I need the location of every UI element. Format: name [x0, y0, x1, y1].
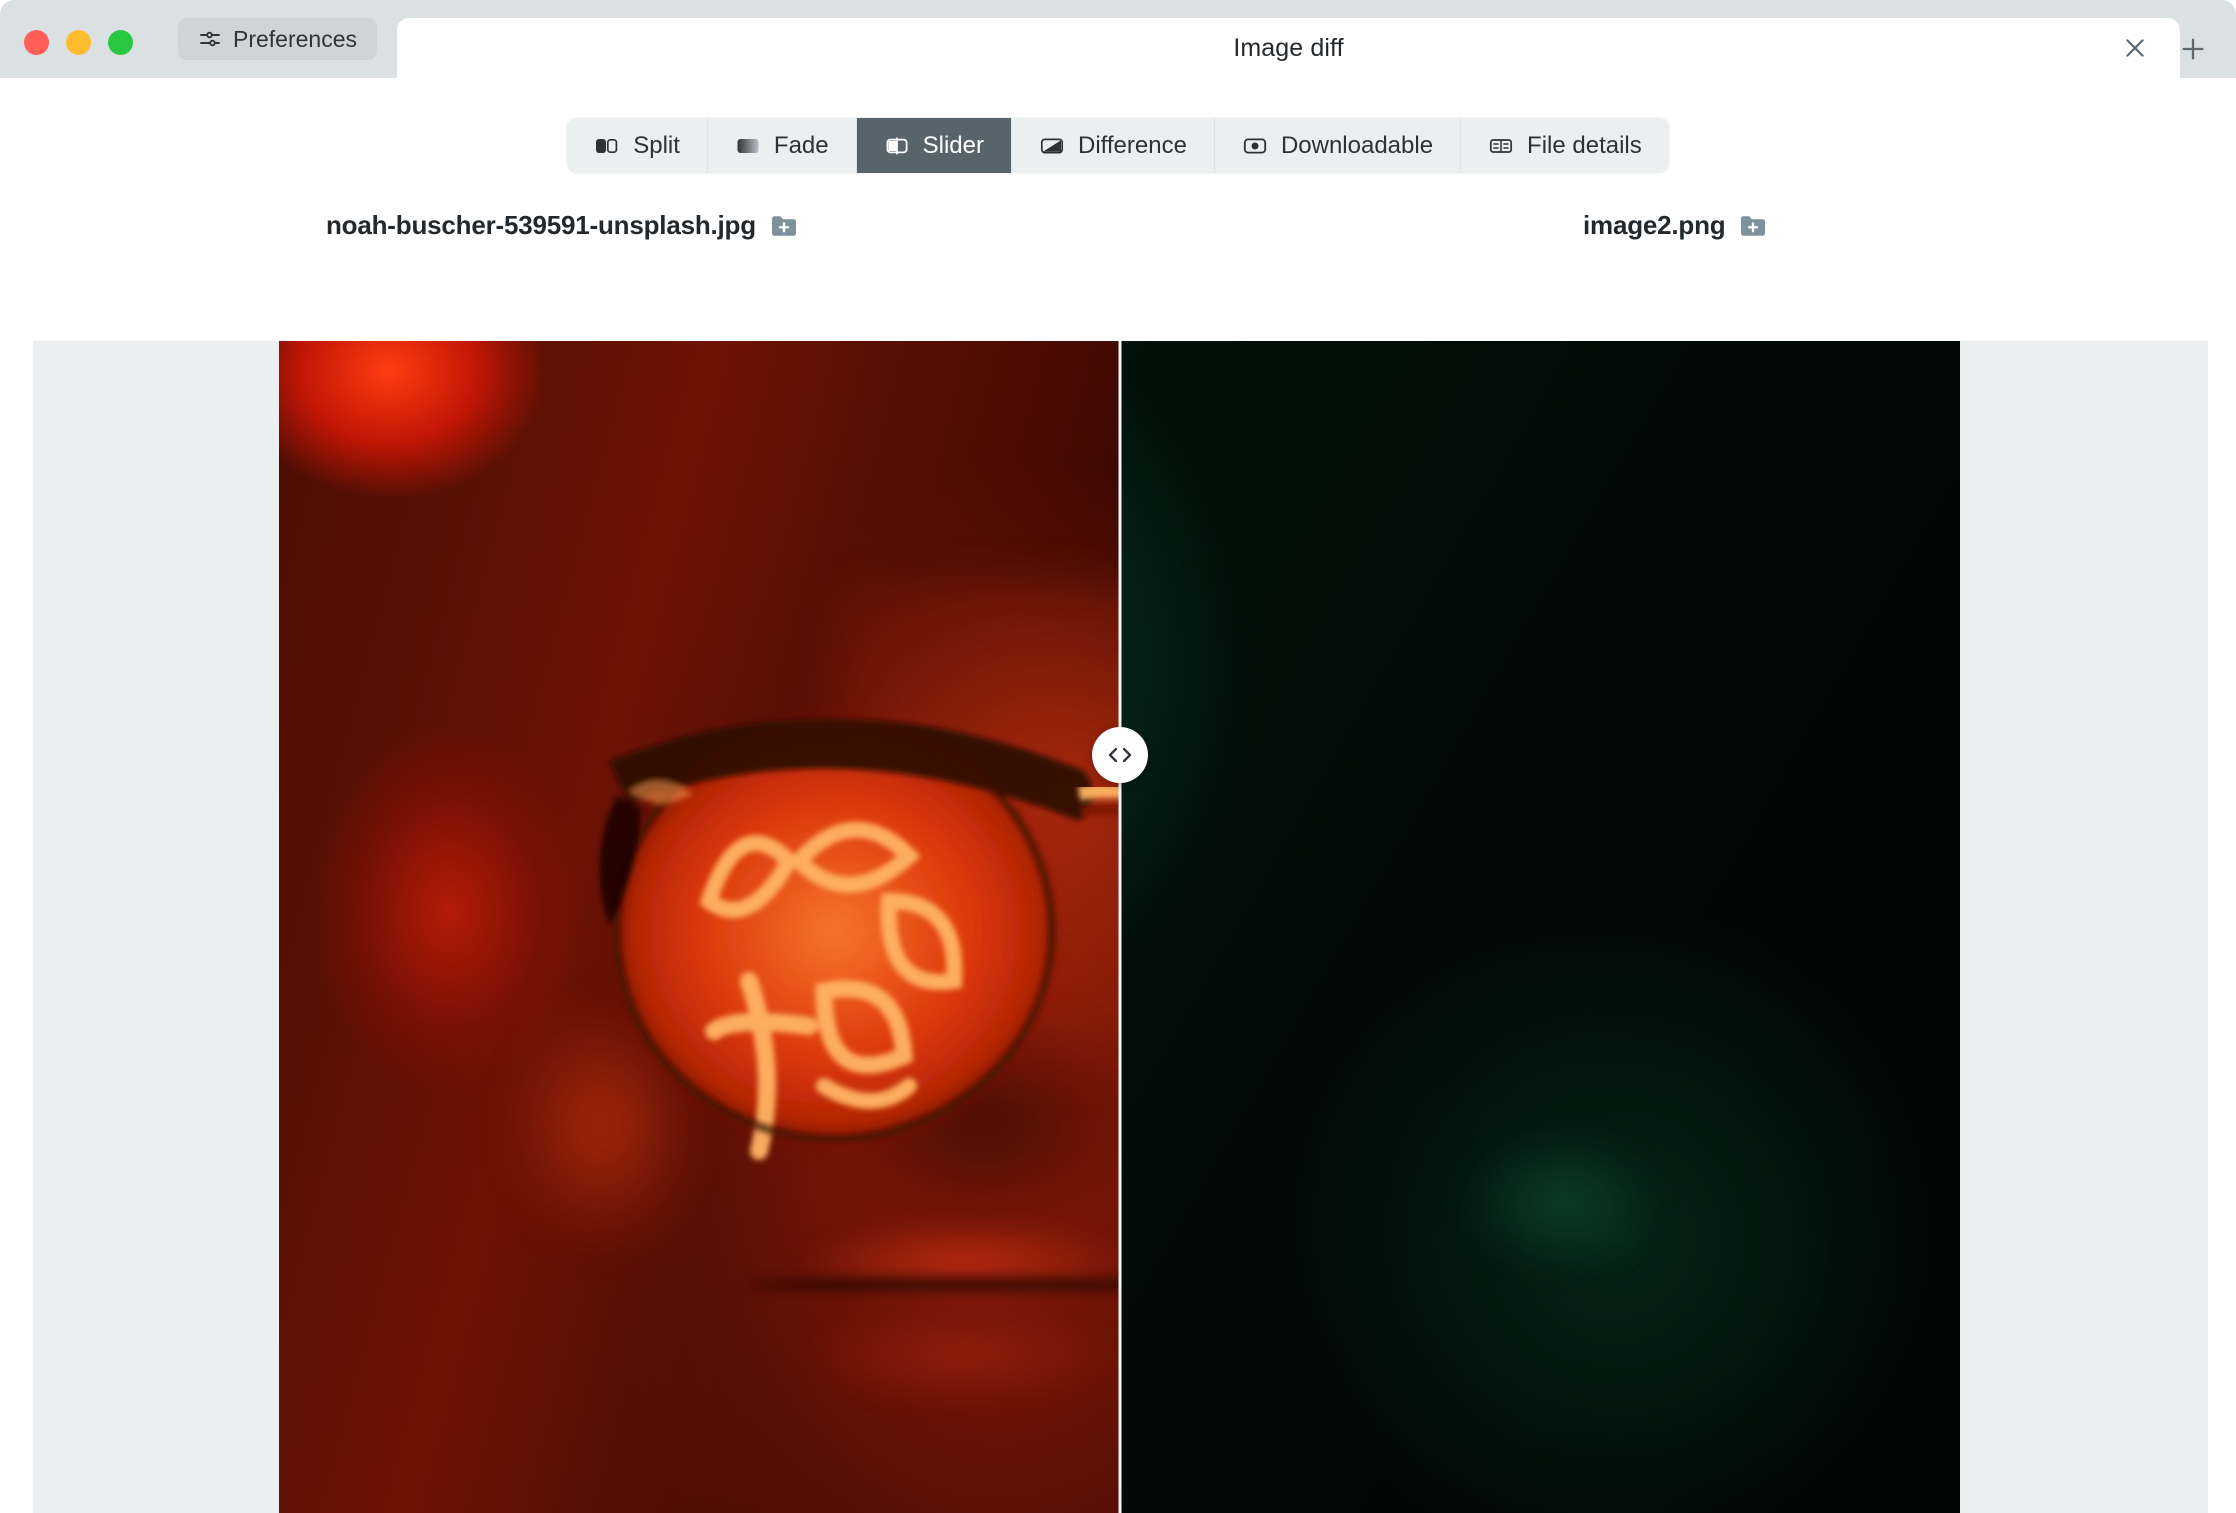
traffic-lights — [24, 30, 133, 55]
view-mode-segmented-control[interactable]: Split Fade Slider Difference Downloadabl… — [567, 118, 1669, 173]
window-maximize-button[interactable] — [108, 30, 133, 55]
difference-icon — [1039, 135, 1065, 157]
right-file-name: image2.png — [1583, 210, 1726, 240]
file-details-icon — [1488, 135, 1514, 157]
window-minimize-button[interactable] — [66, 30, 91, 55]
diff-canvas — [33, 341, 2208, 1513]
tab-split-label: Split — [633, 131, 680, 159]
slider-divider — [1118, 341, 1121, 1513]
tab-fade[interactable]: Fade — [707, 118, 857, 173]
plus-icon[interactable] — [2176, 32, 2210, 66]
tab-split[interactable]: Split — [567, 118, 708, 173]
tab-slider[interactable]: Slider — [856, 118, 1012, 173]
tab-fade-label: Fade — [773, 131, 829, 159]
fade-icon — [735, 135, 761, 157]
image-comparison-stack[interactable] — [279, 341, 1960, 1513]
chevron-left-right-icon — [1105, 743, 1135, 767]
folder-add-icon[interactable] — [1739, 213, 1767, 239]
split-icon — [594, 135, 620, 157]
tab-slider-label: Slider — [922, 131, 984, 159]
downloadable-icon — [1242, 135, 1268, 157]
slider-icon — [884, 135, 910, 157]
sliders-icon — [198, 27, 222, 51]
tab-difference[interactable]: Difference — [1011, 118, 1215, 173]
left-file-label: noah-buscher-539591-unsplash.jpg — [326, 210, 798, 241]
tab-difference-label: Difference — [1077, 131, 1187, 159]
tab-file-details-label: File details — [1527, 131, 1642, 159]
window-close-button[interactable] — [24, 30, 49, 55]
tab-title: Image diff — [1233, 33, 1344, 62]
preferences-button[interactable]: Preferences — [178, 18, 378, 60]
left-file-name: noah-buscher-539591-unsplash.jpg — [326, 210, 756, 240]
app-window: Preferences Image diff Split Fade Slider… — [0, 0, 2236, 1513]
right-file-label: image2.png — [1583, 210, 1767, 241]
close-icon[interactable] — [2118, 31, 2152, 65]
slider-handle[interactable] — [1091, 727, 1148, 783]
tab-downloadable[interactable]: Downloadable — [1214, 118, 1462, 173]
tab-file-details[interactable]: File details — [1461, 118, 1669, 173]
tab-downloadable-label: Downloadable — [1280, 131, 1434, 159]
file-names-row: noah-buscher-539591-unsplash.jpg image2.… — [0, 210, 2236, 266]
window-titlebar: Preferences Image diff — [0, 0, 2236, 78]
main-content: Split Fade Slider Difference Downloadabl… — [0, 78, 2236, 1513]
preferences-label: Preferences — [233, 25, 358, 52]
folder-add-icon[interactable] — [770, 213, 798, 239]
view-mode-toolbar: Split Fade Slider Difference Downloadabl… — [0, 118, 2236, 173]
tab-strip[interactable]: Image diff — [397, 18, 2180, 78]
